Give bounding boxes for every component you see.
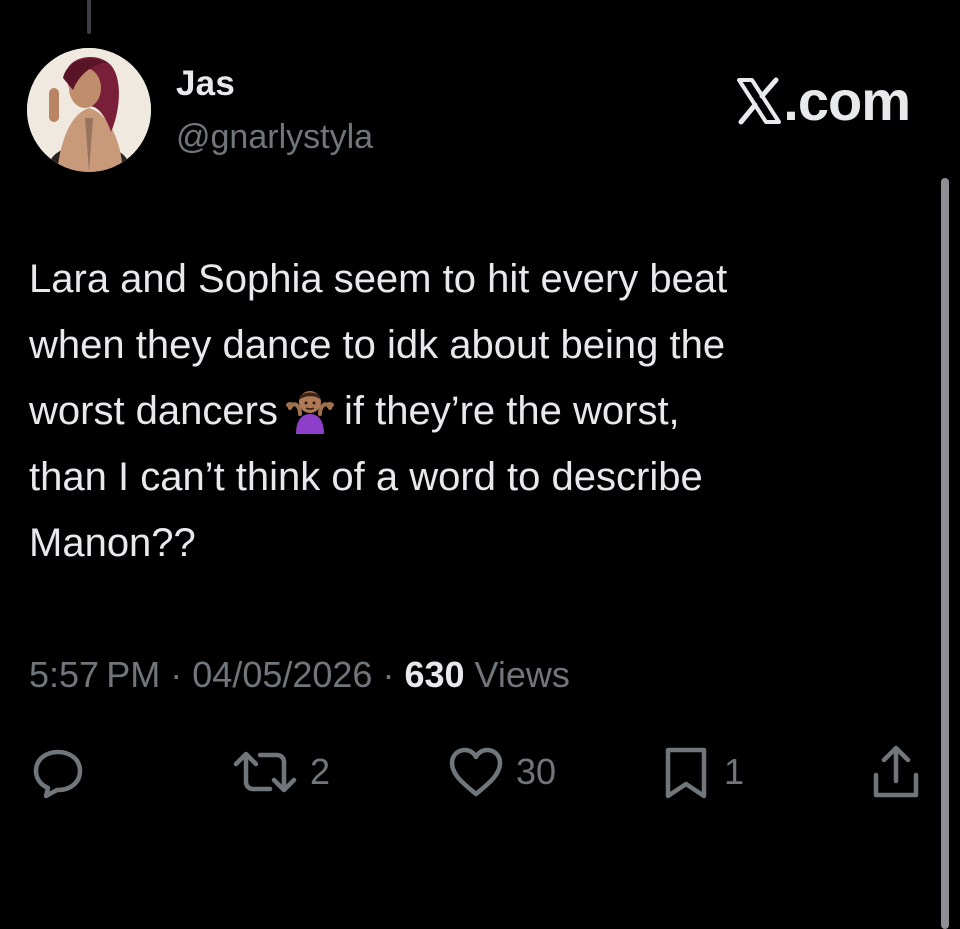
- tweet-metadata: 5:57 PM · 04/05/2026 · 630 Views: [29, 654, 570, 696]
- repost-button[interactable]: 2: [230, 740, 330, 804]
- like-count: 30: [516, 751, 557, 792]
- tweet-line: than I can’t think of a word to describe: [29, 455, 703, 499]
- meta-separator: ·: [372, 654, 405, 695]
- views-count[interactable]: 630: [404, 654, 464, 695]
- avatar-image: [27, 48, 151, 172]
- scrollbar-thumb[interactable]: [941, 178, 949, 929]
- tweet-body: Lara and Sophia seem to hit every beat w…: [29, 246, 929, 576]
- repost-icon: [233, 751, 297, 793]
- tweet-date[interactable]: 04/05/2026: [192, 654, 372, 695]
- author-display-name[interactable]: Jas: [176, 64, 235, 104]
- tweet-line: worst dancers if they’re the worst,: [29, 378, 929, 444]
- like-button[interactable]: 30: [446, 740, 556, 804]
- tweet-line: Manon??: [29, 521, 196, 565]
- x-logo-icon: [737, 77, 782, 124]
- x-brand-logo: .com: [737, 68, 911, 133]
- tweet-time[interactable]: 5:57 PM: [29, 654, 160, 695]
- views-label[interactable]: Views: [465, 654, 570, 695]
- tweet-line: when they dance to idk about being the: [29, 323, 726, 367]
- tweet-line-segment: if they’re the worst,: [343, 389, 680, 433]
- tweet-line-segment: worst dancers: [29, 389, 278, 433]
- tweet-line: Lara and Sophia seem to hit every beat: [29, 257, 728, 301]
- bookmark-count: 1: [724, 751, 745, 792]
- bookmark-icon: [665, 747, 707, 799]
- share-icon: [873, 745, 919, 798]
- author-handle[interactable]: @gnarlystyla: [176, 118, 373, 157]
- repost-count: 2: [310, 751, 331, 792]
- avatar[interactable]: [27, 48, 151, 172]
- tweet-action-bar: 2 30 1: [0, 740, 960, 810]
- meta-separator: ·: [160, 654, 193, 695]
- person-shrugging-emoji: [284, 386, 336, 434]
- share-button[interactable]: [868, 740, 924, 804]
- heart-icon: [449, 747, 503, 797]
- reply-button[interactable]: [30, 740, 86, 804]
- thread-connector-line: [87, 0, 91, 34]
- bookmark-button[interactable]: 1: [658, 740, 744, 804]
- reply-icon: [33, 749, 83, 799]
- brand-domain-label: .com: [783, 69, 911, 132]
